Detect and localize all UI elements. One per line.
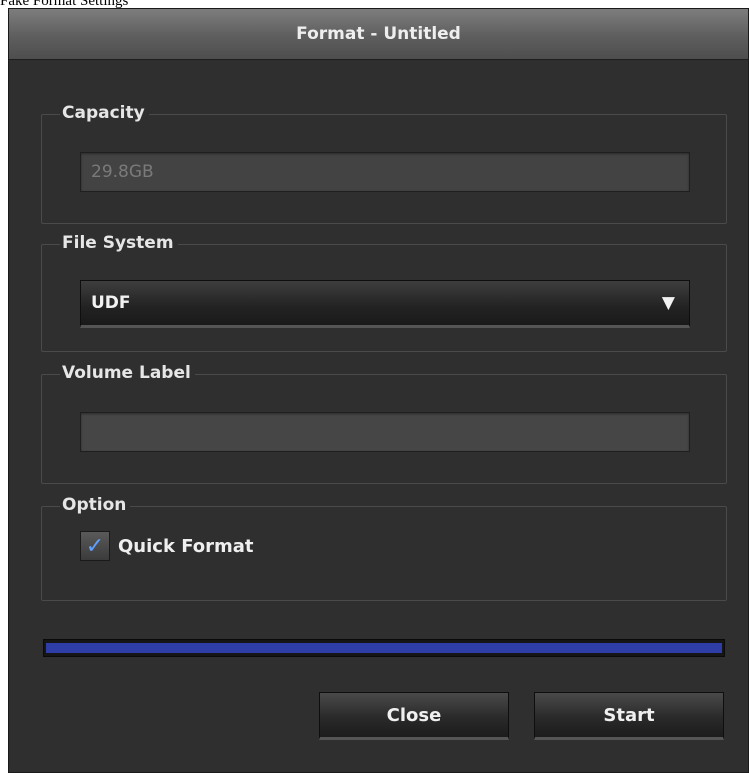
file-system-value: UDF [91,293,131,313]
capacity-legend: Capacity [60,101,149,125]
quick-format-label[interactable]: Quick Format [118,536,254,557]
volume-label-input[interactable] [80,412,690,452]
format-dialog: Format - Untitled Capacity 29.8GB File S… [8,8,749,773]
capacity-group: Capacity 29.8GB [41,101,727,224]
progress-fill [46,643,722,653]
file-system-legend: File System [60,231,178,255]
capacity-field: 29.8GB [80,152,690,192]
volume-label-group: Volume Label [41,361,727,484]
page-caption: Fake Format Settings [0,0,129,8]
quick-format-checkbox[interactable]: ✓ [80,531,110,561]
option-legend: Option [60,493,131,517]
close-button[interactable]: Close [319,692,509,740]
checkmark-icon: ✓ [85,533,105,559]
dropdown-arrow-icon: ▼ [661,293,675,313]
title-bar[interactable]: Format - Untitled [9,9,748,60]
option-group: Option ✓ Quick Format [41,493,727,601]
format-progress-bar [43,639,725,657]
file-system-select[interactable]: UDF ▼ [80,280,690,328]
quick-format-option[interactable]: ✓ Quick Format [80,531,254,561]
window-title: Format - Untitled [296,24,461,44]
volume-label-legend: Volume Label [60,361,195,385]
start-button[interactable]: Start [534,692,724,740]
file-system-group: File System UDF ▼ [41,231,727,352]
